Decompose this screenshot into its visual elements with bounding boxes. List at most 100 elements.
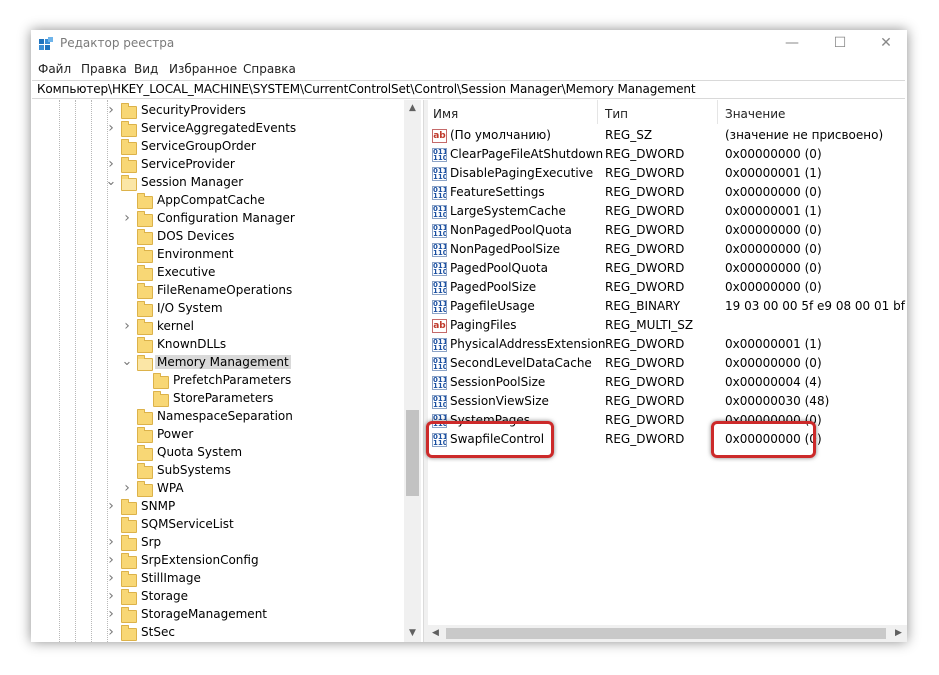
scroll-left-arrow-icon[interactable]: ◀: [427, 625, 444, 642]
tree-item[interactable]: ⌄ Session Manager: [31, 174, 403, 192]
column-header-value[interactable]: Значение: [719, 100, 907, 124]
chevron-right-icon[interactable]: ›: [121, 481, 133, 495]
chevron-right-icon[interactable]: ›: [105, 535, 117, 549]
chevron-right-icon[interactable]: ›: [121, 319, 133, 333]
registry-value-row[interactable]: 011 110 NonPagedPoolSize REG_DWORD 0x000000…: [427, 240, 907, 259]
tree-item[interactable]: ServiceGroupOrder: [31, 138, 403, 156]
value-data: 0x00000000 (0): [725, 242, 822, 256]
tree-item[interactable]: Power: [31, 426, 403, 444]
menu-help[interactable]: Справка: [243, 62, 296, 76]
tree-item[interactable]: › StorageManagement: [31, 606, 403, 624]
registry-value-row[interactable]: 011 110 PhysicalAddressExtension REG_DWORD…: [427, 335, 907, 354]
tree-scrollbar[interactable]: ▲ ▼: [404, 100, 421, 642]
value-type: REG_SZ: [605, 128, 653, 142]
chevron-right-icon[interactable]: ›: [105, 607, 117, 621]
close-button[interactable]: ✕: [863, 30, 909, 58]
tree-item[interactable]: › WPA: [31, 480, 403, 498]
horizontal-scrollbar[interactable]: ◀ ▶: [427, 625, 907, 642]
maximize-button[interactable]: ☐: [817, 30, 863, 58]
tree-item[interactable]: FileRenameOperations: [31, 282, 403, 300]
tree-item[interactable]: › ServiceProvider: [31, 156, 403, 174]
registry-value-row[interactable]: 011 110 SecondLevelDataCache REG_DWORD 0x00…: [427, 354, 907, 373]
tree-item[interactable]: I/O System: [31, 300, 403, 318]
value-type: REG_DWORD: [605, 337, 685, 351]
registry-value-row[interactable]: 011 110 PagedPoolQuota REG_DWORD 0x00000000…: [427, 259, 907, 278]
address-bar[interactable]: Компьютер\HKEY_LOCAL_MACHINE\SYSTEM\Curr…: [32, 80, 905, 99]
chevron-right-icon[interactable]: ›: [105, 157, 117, 171]
binary-value-icon: 011 110: [432, 357, 447, 371]
folder-icon: [137, 463, 153, 479]
tree-item[interactable]: › StillImage: [31, 570, 403, 588]
address-path[interactable]: Компьютер\HKEY_LOCAL_MACHINE\SYSTEM\Curr…: [37, 82, 696, 96]
chevron-right-icon[interactable]: ›: [105, 625, 117, 639]
chevron-right-icon[interactable]: ›: [105, 589, 117, 603]
chevron-right-icon[interactable]: ›: [121, 211, 133, 225]
registry-value-row[interactable]: 011 110 SessionViewSize REG_DWORD 0x0000003…: [427, 392, 907, 411]
folder-icon: [137, 229, 153, 245]
folder-icon: [137, 301, 153, 317]
binary-value-icon: 011 110: [432, 167, 447, 181]
binary-value-icon: 011 110: [432, 224, 447, 238]
chevron-right-icon[interactable]: ›: [105, 553, 117, 567]
value-name: NonPagedPoolSize: [450, 242, 561, 256]
chevron-down-icon[interactable]: ⌄: [105, 175, 117, 188]
chevron-down-icon[interactable]: ⌄: [121, 355, 133, 368]
column-name-label: Имя: [433, 107, 459, 121]
tree-item[interactable]: Environment: [31, 246, 403, 264]
tree-item[interactable]: Quota System: [31, 444, 403, 462]
scroll-up-arrow-icon[interactable]: ▲: [404, 100, 421, 117]
tree-item[interactable]: › Srp: [31, 534, 403, 552]
value-name: LargeSystemCache: [450, 204, 566, 218]
tree-scroll-thumb[interactable]: [406, 410, 419, 496]
tree-item[interactable]: SubSystems: [31, 462, 403, 480]
scroll-down-arrow-icon[interactable]: ▼: [404, 625, 421, 642]
chevron-right-icon[interactable]: ›: [105, 571, 117, 585]
column-header-name[interactable]: Имя: [427, 100, 598, 124]
registry-value-row[interactable]: 011 110 DisablePagingExecutive REG_DWORD 0x…: [427, 164, 907, 183]
registry-value-row[interactable]: 011 110 PagefileUsage REG_BINARY 19 03 00 0…: [427, 297, 907, 316]
tree-item[interactable]: ⌄ Memory Management: [31, 354, 403, 372]
value-type: REG_DWORD: [605, 280, 685, 294]
chevron-right-icon[interactable]: ›: [105, 499, 117, 513]
tree-item-label: SNMP: [141, 499, 176, 513]
registry-value-row[interactable]: 011 110 NonPagedPoolQuota REG_DWORD 0x00000…: [427, 221, 907, 240]
tree-item[interactable]: › SecurityProviders: [31, 102, 403, 120]
minimize-button[interactable]: —: [769, 30, 815, 58]
tree-item[interactable]: › StSec: [31, 624, 403, 642]
value-name: NonPagedPoolQuota: [450, 223, 572, 237]
tree-item[interactable]: › kernel: [31, 318, 403, 336]
registry-value-row[interactable]: 011 110 LargeSystemCache REG_DWORD 0x000000…: [427, 202, 907, 221]
tree-item[interactable]: PrefetchParameters: [31, 372, 403, 390]
horizontal-scroll-thumb[interactable]: [446, 628, 886, 639]
tree-item[interactable]: › SrpExtensionConfig: [31, 552, 403, 570]
registry-value-row[interactable]: 011 110 SessionPoolSize REG_DWORD 0x0000000…: [427, 373, 907, 392]
tree-item[interactable]: › Storage: [31, 588, 403, 606]
tree-item[interactable]: › SNMP: [31, 498, 403, 516]
tree-item-label: I/O System: [157, 301, 223, 315]
menu-edit[interactable]: Правка: [81, 62, 127, 76]
tree-item[interactable]: KnownDLLs: [31, 336, 403, 354]
tree-item-label: kernel: [157, 319, 194, 333]
folder-icon: [137, 193, 153, 209]
tree-item[interactable]: Executive: [31, 264, 403, 282]
registry-value-row[interactable]: 011 110 PagedPoolSize REG_DWORD 0x00000000 …: [427, 278, 907, 297]
tree-item[interactable]: StoreParameters: [31, 390, 403, 408]
registry-value-row[interactable]: ab PagingFiles REG_MULTI_SZ: [427, 316, 907, 335]
tree-item[interactable]: › Configuration Manager: [31, 210, 403, 228]
chevron-right-icon[interactable]: ›: [105, 103, 117, 117]
tree-item[interactable]: AppCompatCache: [31, 192, 403, 210]
menu-favorites[interactable]: Избранное: [169, 62, 237, 76]
tree-item[interactable]: SQMServiceList: [31, 516, 403, 534]
tree-item[interactable]: NamespaceSeparation: [31, 408, 403, 426]
scroll-right-arrow-icon[interactable]: ▶: [890, 625, 907, 642]
registry-value-row[interactable]: 011 110 ClearPageFileAtShutdown REG_DWORD 0…: [427, 145, 907, 164]
menu-view[interactable]: Вид: [134, 62, 158, 76]
chevron-right-icon[interactable]: ›: [105, 121, 117, 135]
registry-value-row[interactable]: ab (По умолчанию) REG_SZ (значение не присв…: [427, 126, 907, 145]
column-header-type[interactable]: Тип: [599, 100, 718, 124]
tree-item[interactable]: › ServiceAggregatedEvents: [31, 120, 403, 138]
tree-item[interactable]: DOS Devices: [31, 228, 403, 246]
registry-value-row[interactable]: 011 110 FeatureSettings REG_DWORD 0x0000000…: [427, 183, 907, 202]
menu-file[interactable]: Файл: [38, 62, 71, 76]
title-bar: Редактор реестра — ☐ ✕: [31, 30, 907, 58]
